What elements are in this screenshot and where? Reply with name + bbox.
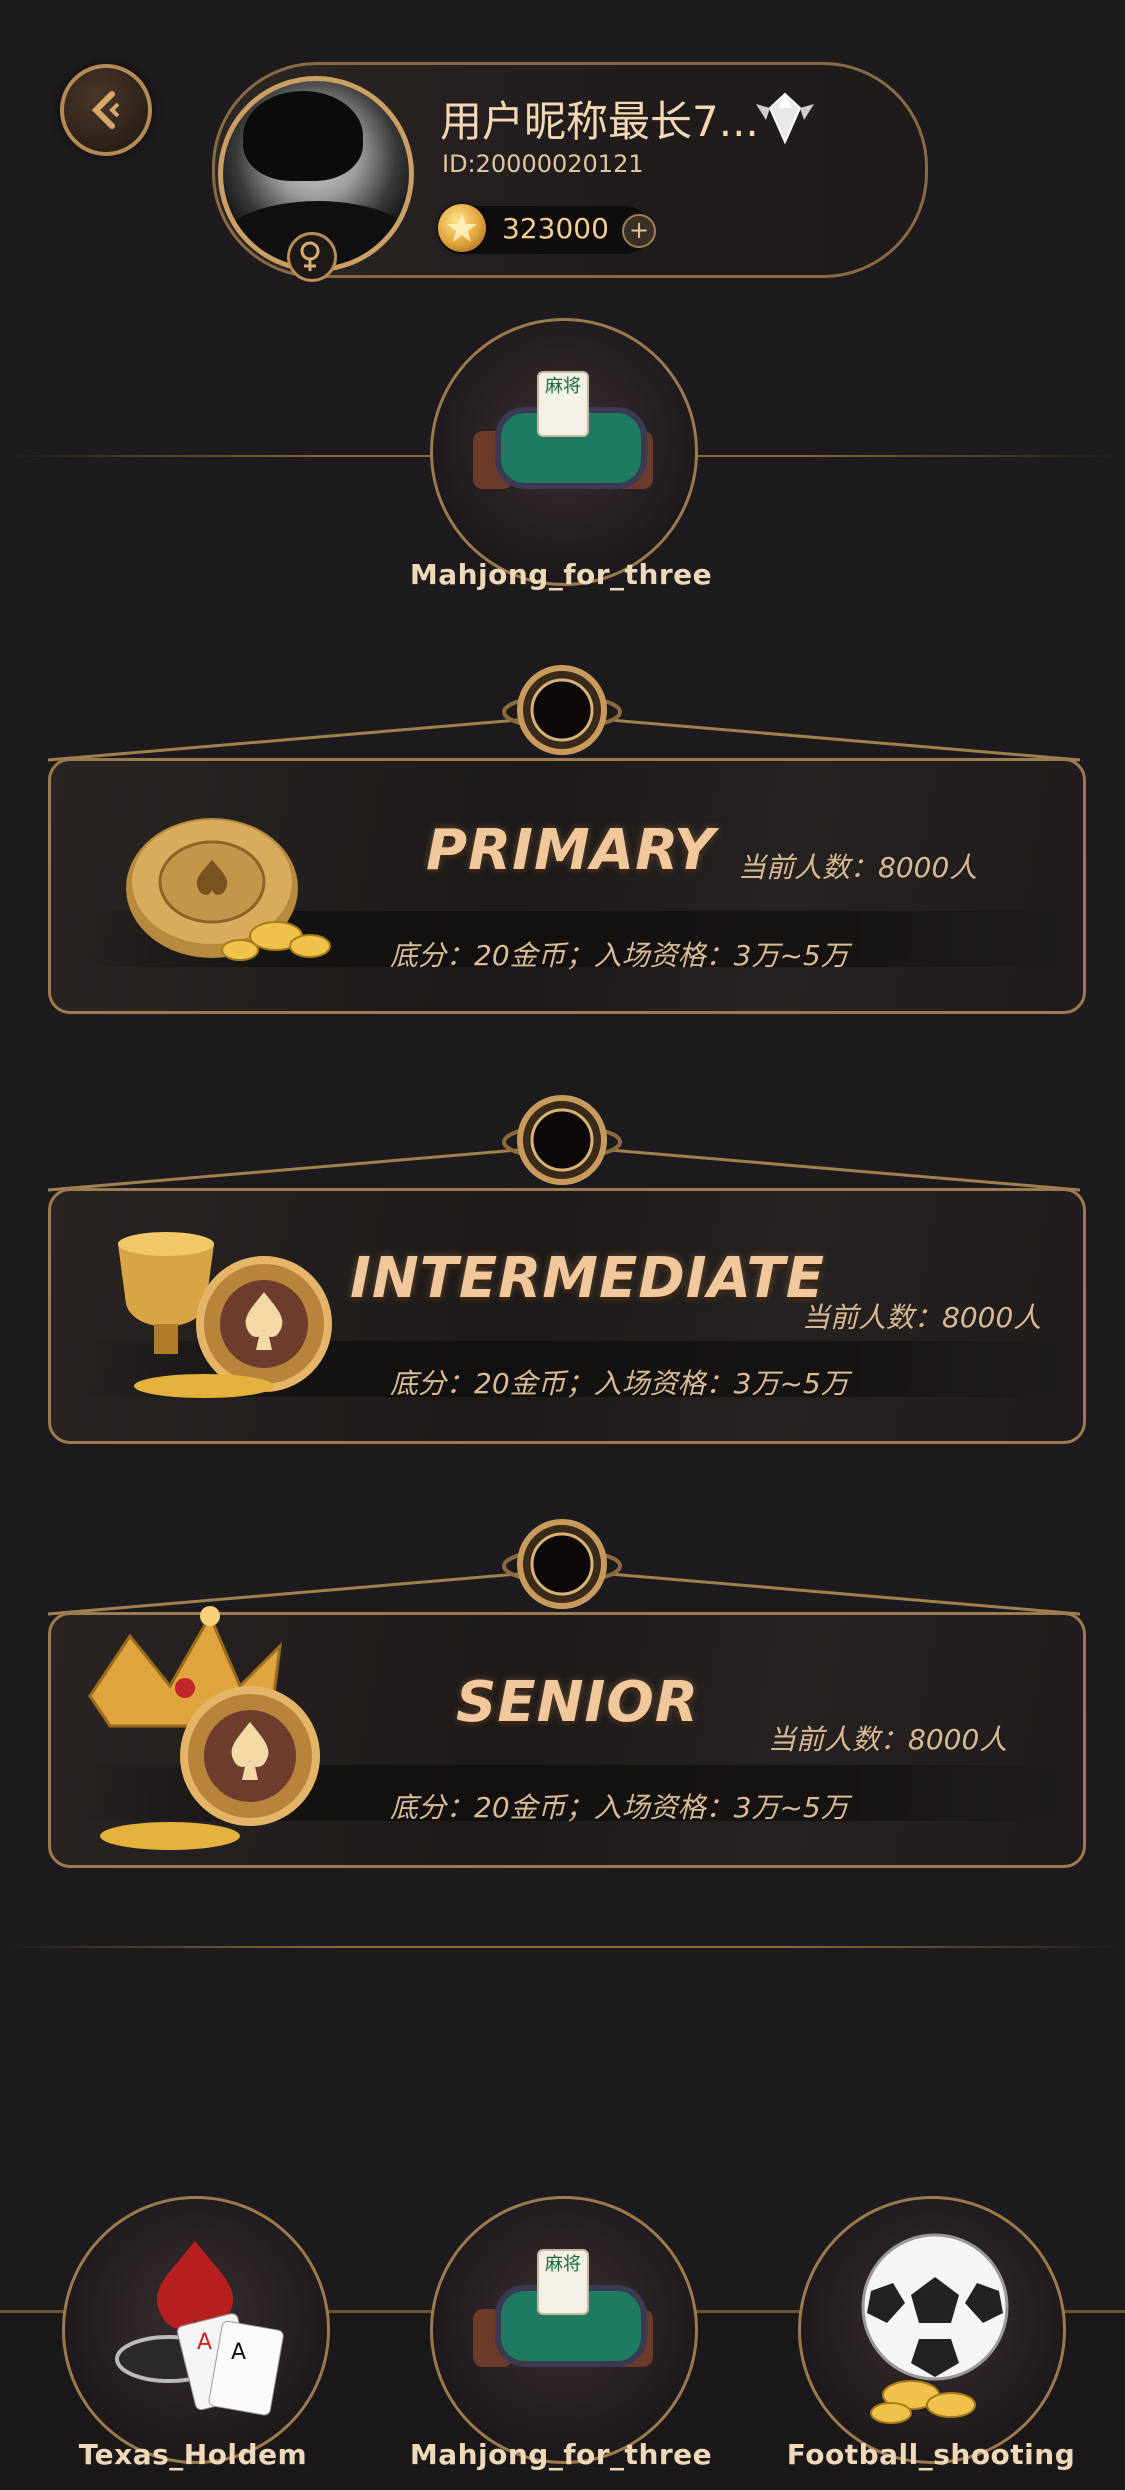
crown-chip-icon: [88, 1606, 320, 1850]
mahjong-table-icon: 麻将: [537, 371, 589, 437]
stake-info: 底分：20金币；入场资格：3万~5万: [390, 1791, 849, 1824]
svg-text:A: A: [231, 2340, 246, 2365]
female-symbol-icon: [287, 232, 337, 282]
poker-chip-icon: [502, 1519, 622, 1609]
nav-football-shooting[interactable]: [798, 2196, 1066, 2464]
current-game-label: Mahjong_for_three: [409, 558, 713, 591]
mahjong-table-icon: 麻将: [537, 2249, 589, 2315]
poker-chip-coins-icon: [126, 818, 331, 961]
soccer-ball-icon: [861, 2233, 1009, 2424]
chevron-left-icon: [91, 91, 120, 129]
playing-cards-icon: A A: [115, 2241, 284, 2416]
trophy-chip-icon: [118, 1232, 332, 1398]
nav-texas-holdem[interactable]: A A: [62, 2196, 330, 2464]
player-count: 当前人数：8000人: [768, 1723, 1008, 1756]
poker-chip-icon: [502, 1095, 622, 1185]
nav-label: Football_shooting: [786, 2438, 1076, 2471]
poker-chip-icon: [502, 665, 622, 755]
level-title: PRIMARY: [426, 818, 716, 883]
player-count: 当前人数：8000人: [802, 1301, 1042, 1334]
stake-info: 底分：20金币；入场资格：3万~5万: [390, 939, 849, 972]
back-button[interactable]: [60, 64, 152, 156]
plus-icon: +: [628, 216, 650, 244]
nav-label: Texas_Holdem: [78, 2438, 308, 2471]
level-title: INTERMEDIATE: [350, 1246, 826, 1311]
divider-line: [0, 1946, 1125, 1948]
current-game-icon[interactable]: 麻将: [430, 318, 698, 586]
stake-info: 底分：20金币；入场资格：3万~5万: [390, 1367, 849, 1400]
svg-text:A: A: [197, 2330, 212, 2355]
gold-coin-star-icon: [438, 204, 486, 252]
diamond-badge-icon: [756, 92, 814, 145]
username: 用户昵称最长7...: [440, 97, 759, 146]
coin-value: 323000: [502, 212, 609, 245]
nav-label: Mahjong_for_three: [409, 2438, 713, 2471]
level-title: SENIOR: [456, 1670, 700, 1735]
user-id: ID:2000002​0121: [442, 150, 644, 178]
player-count: 当前人数：8000人: [738, 851, 978, 884]
nav-mahjong[interactable]: 麻将: [430, 2196, 698, 2464]
add-coins-button[interactable]: +: [622, 214, 656, 248]
